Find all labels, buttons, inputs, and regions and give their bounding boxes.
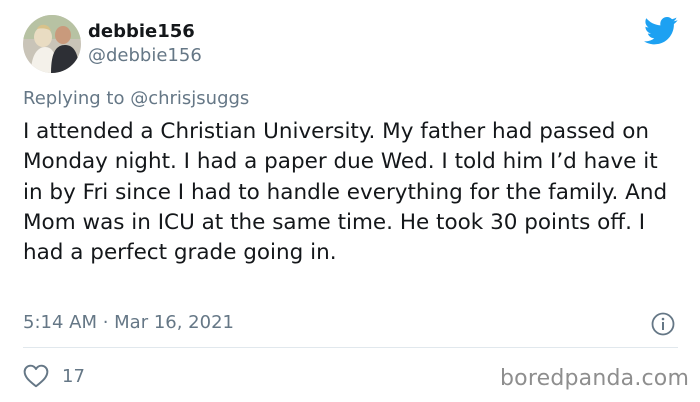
twitter-bird-icon[interactable]	[644, 16, 678, 46]
watermark: boredpanda.com	[500, 366, 690, 391]
info-icon[interactable]	[651, 312, 675, 336]
divider	[23, 347, 678, 348]
like-count: 17	[62, 366, 85, 387]
profile-photo-icon	[23, 15, 81, 73]
heart-icon[interactable]	[23, 364, 49, 388]
tweet-timestamp[interactable]: 5:14 AM · Mar 16, 2021	[23, 312, 234, 334]
tweet-text: I attended a Christian University. My fa…	[23, 119, 668, 266]
reply-prefix: Replying to	[23, 88, 131, 109]
reply-mention-link[interactable]: @chrisjsuggs	[130, 88, 249, 109]
avatar[interactable]	[23, 15, 81, 73]
display-name[interactable]: debbie156	[88, 21, 195, 43]
user-handle[interactable]: @debbie156	[88, 45, 202, 67]
reply-context: Replying to @chrisjsuggs	[23, 88, 249, 110]
